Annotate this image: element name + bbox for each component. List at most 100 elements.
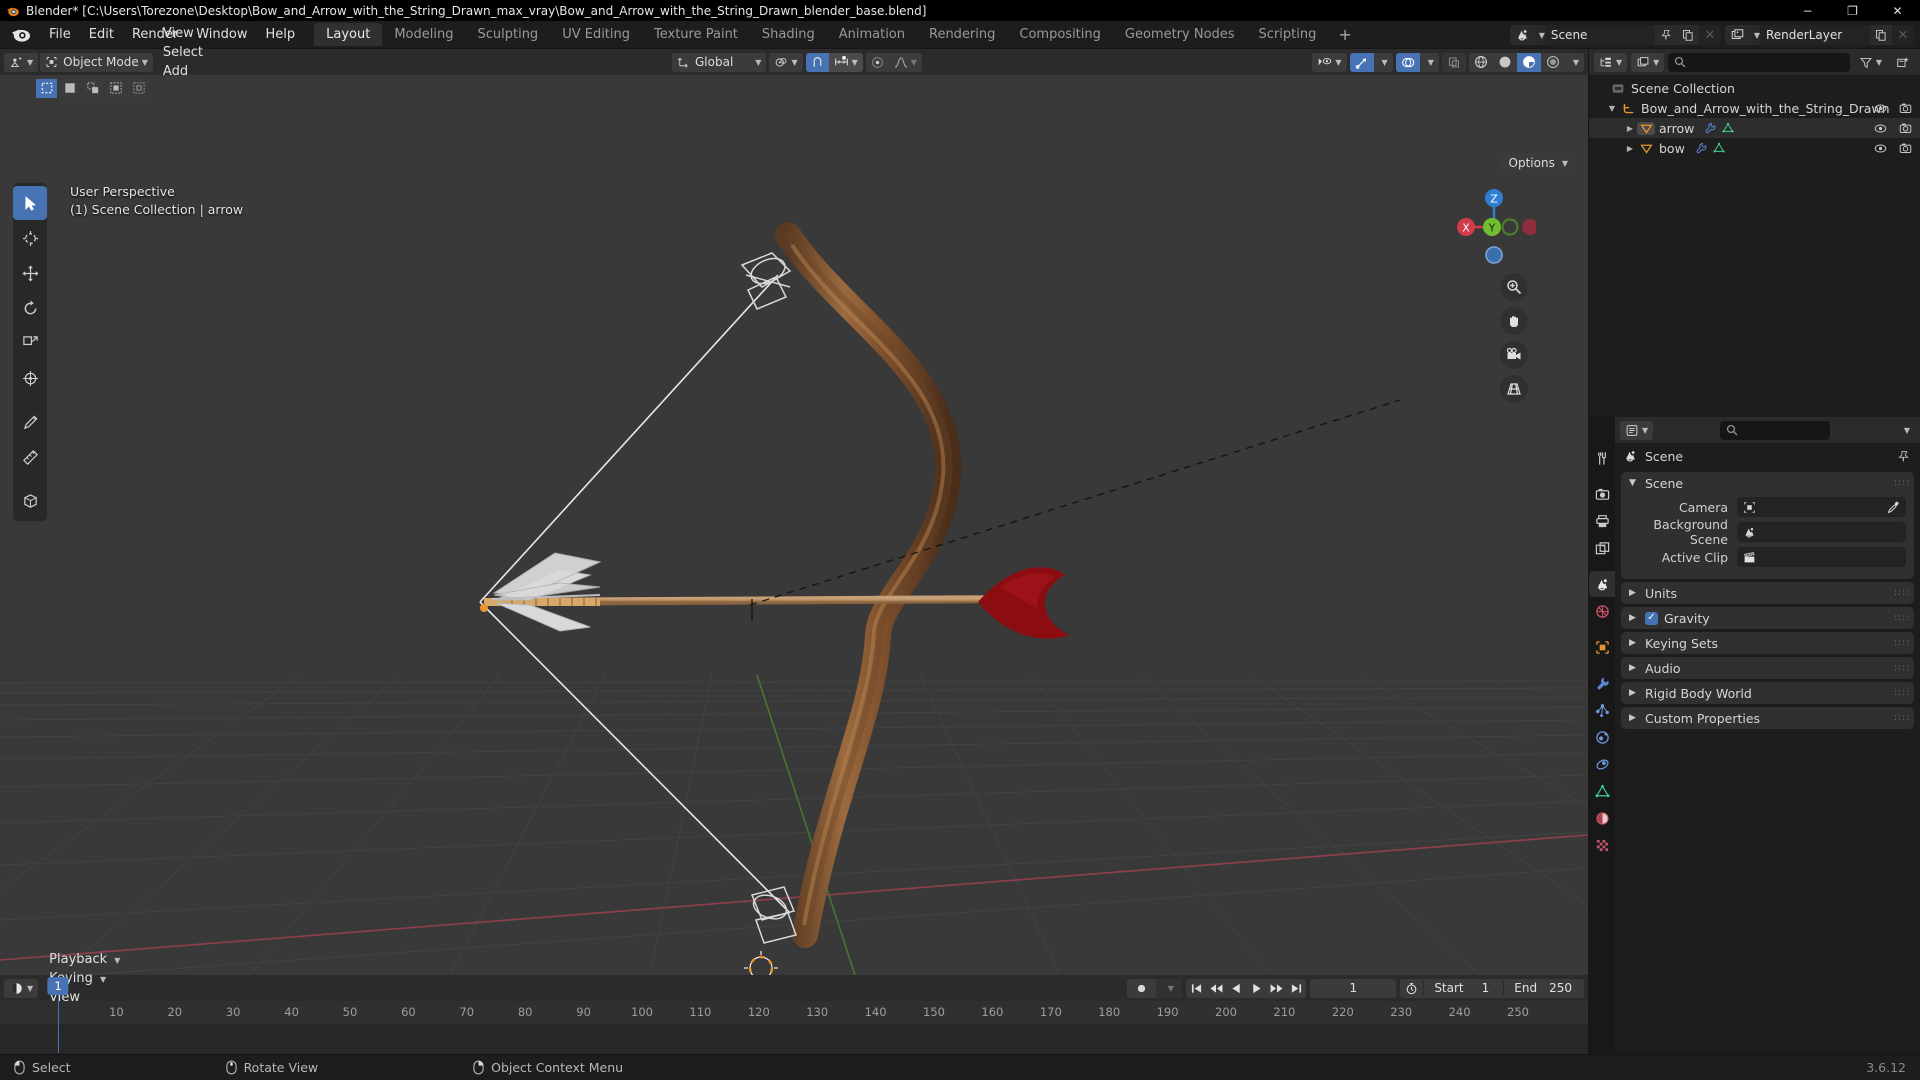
particles-tab-icon[interactable] <box>1589 697 1615 723</box>
world-tab-icon[interactable] <box>1589 598 1615 624</box>
property-field-camera[interactable] <box>1737 497 1906 517</box>
outliner-row-visibility[interactable] <box>1874 142 1912 154</box>
collection-child-icon[interactable] <box>1619 102 1637 115</box>
render-tab-icon[interactable] <box>1589 481 1615 507</box>
select-invert-mode-icon[interactable] <box>105 78 126 98</box>
jump-to-end-button[interactable] <box>1286 979 1306 998</box>
scene-name[interactable]: Scene <box>1544 25 1655 45</box>
scene-tab-icon[interactable] <box>1589 571 1615 597</box>
shading-wireframe-icon[interactable] <box>1469 53 1493 72</box>
timeline-playhead-label[interactable]: 1 <box>47 977 69 995</box>
panel-drag-grip[interactable]: :::: <box>1894 638 1909 647</box>
transform-tool-icon[interactable] <box>13 361 47 395</box>
viewport-toolbar[interactable] <box>13 183 47 521</box>
select-intersect-mode-icon[interactable] <box>128 78 149 98</box>
jump-to-start-button[interactable] <box>1186 979 1206 998</box>
material-tab-icon[interactable] <box>1589 805 1615 831</box>
modifier-icon[interactable] <box>1704 122 1716 134</box>
tweak-select-tool-icon[interactable] <box>13 186 47 220</box>
texture-tab-icon[interactable] <box>1589 832 1615 858</box>
panel-header-rigid-body-world[interactable]: ▶ Rigid Body World:::: <box>1621 682 1914 704</box>
viewport-menu-select[interactable]: Select <box>155 43 213 62</box>
object-type-visibility-dropdown[interactable]: ▼ <box>1312 52 1347 72</box>
editor-type-properties-icon[interactable]: ▼ <box>1620 420 1654 440</box>
timeline-menu-playback[interactable]: Playback ▼ <box>41 950 128 969</box>
panel-header-audio[interactable]: ▶ Audio:::: <box>1621 657 1914 679</box>
panel-header-units[interactable]: ▶ Units:::: <box>1621 582 1914 604</box>
hide-in-viewport-icon[interactable] <box>1874 103 1887 114</box>
outliner-expand-caret[interactable]: ▶ <box>1623 124 1637 133</box>
panel-drag-grip[interactable]: :::: <box>1894 613 1909 622</box>
modifier-tab-icon[interactable] <box>1589 670 1615 696</box>
new-collection-icon[interactable] <box>1891 53 1915 72</box>
panel-drag-grip[interactable]: :::: <box>1894 663 1909 672</box>
annotate-tool-icon[interactable] <box>13 405 47 439</box>
snap-toggle-icon[interactable] <box>805 52 829 72</box>
new-scene-icon[interactable] <box>1676 25 1699 45</box>
viewport-nav-buttons[interactable] <box>1500 273 1528 403</box>
outliner-row-visibility[interactable] <box>1874 102 1912 114</box>
outliner-row-bow[interactable]: ▶ bow <box>1589 138 1920 158</box>
snapping-group[interactable]: ▼ <box>805 52 863 72</box>
panel-drag-grip[interactable]: :::: <box>1894 478 1909 487</box>
pin-scene-icon[interactable] <box>1654 25 1677 45</box>
outliner-expand-caret[interactable]: ▼ <box>1605 104 1619 113</box>
outliner-row-visibility[interactable] <box>1874 122 1912 134</box>
chevron-right-icon[interactable]: ▶ <box>1629 613 1639 623</box>
output-tab-icon[interactable] <box>1589 508 1615 534</box>
keying-set-dropdown[interactable]: ▼ <box>1156 978 1183 998</box>
cursor-tool-icon[interactable] <box>13 221 47 255</box>
outliner-search-input[interactable] <box>1668 52 1850 72</box>
interaction-mode-dropdown[interactable]: Object Mode ▼ <box>40 52 153 72</box>
navigation-gizmo[interactable]: Z X Y <box>1452 185 1536 269</box>
disable-in-render-icon[interactable] <box>1899 122 1912 134</box>
editor-type-outliner-icon[interactable]: ▼ <box>1594 52 1628 72</box>
minimize-button[interactable]: − <box>1785 0 1830 21</box>
disable-in-render-icon[interactable] <box>1899 142 1912 154</box>
physics-tab-icon[interactable] <box>1589 724 1615 750</box>
constraint-tab-icon[interactable] <box>1589 751 1615 777</box>
zoom-icon[interactable] <box>1500 273 1528 301</box>
shading-material-preview-icon[interactable] <box>1516 52 1541 72</box>
tool-tab-icon[interactable] <box>1589 445 1615 471</box>
hide-in-viewport-icon[interactable] <box>1874 143 1887 154</box>
keying-set-selector[interactable]: ▼ <box>1127 978 1183 998</box>
show-gizmo-icon[interactable] <box>1349 52 1374 72</box>
panel-drag-grip[interactable]: :::: <box>1894 713 1909 722</box>
mesh-object-icon[interactable] <box>1637 121 1655 135</box>
viewport-canvas[interactable]: Options ▼ User Perspective (1) Scene Col… <box>0 75 1588 975</box>
workspace-tab-uv-editing[interactable]: UV Editing <box>550 23 642 46</box>
playback-controls[interactable] <box>1186 978 1307 998</box>
snap-mode-dropdown[interactable]: ▼ <box>828 52 863 72</box>
workspace-tab-geometry-nodes[interactable]: Geometry Nodes <box>1113 23 1247 46</box>
viewport-options-button[interactable]: Options ▼ <box>1500 153 1576 173</box>
frame-start-value[interactable]: 1 <box>1482 981 1504 995</box>
view-layer-selector[interactable]: ▼ RenderLayer ✕ <box>1724 25 1914 45</box>
collection-icon[interactable] <box>1609 82 1627 95</box>
workspace-tab-shading[interactable]: Shading <box>750 23 827 46</box>
gizmo-group[interactable]: ▼ <box>1349 52 1393 72</box>
overlays-group[interactable]: ▼ <box>1395 52 1439 72</box>
measure-tool-icon[interactable] <box>13 440 47 474</box>
property-field-active-clip[interactable] <box>1737 547 1906 567</box>
editor-type-3d-viewport-icon[interactable]: ▼ <box>4 52 39 72</box>
outliner-row-arrow[interactable]: ▶ arrow <box>1589 118 1920 138</box>
outliner-display-mode-dropdown[interactable]: ▼ <box>1631 52 1665 72</box>
chevron-right-icon[interactable]: ▶ <box>1629 638 1639 648</box>
object-tab-icon[interactable] <box>1589 634 1615 660</box>
workspace-tab-layout[interactable]: Layout <box>314 23 383 46</box>
panel-header-custom-properties[interactable]: ▶ Custom Properties:::: <box>1621 707 1914 729</box>
xray-toggle-icon[interactable] <box>1441 52 1466 72</box>
property-field-background-scene[interactable] <box>1737 522 1906 542</box>
outliner-row-subicons[interactable] <box>1695 142 1725 154</box>
panel-drag-grip[interactable]: :::: <box>1894 688 1909 697</box>
shading-rendered-icon[interactable] <box>1541 53 1565 72</box>
outliner-row-subicons[interactable] <box>1704 122 1734 134</box>
pivot-point-dropdown[interactable]: ▼ <box>769 52 803 72</box>
ortho-grid-icon[interactable] <box>1500 375 1528 403</box>
panel-checkbox[interactable]: ✓ <box>1645 611 1658 625</box>
add-cube-tool-icon[interactable] <box>13 484 47 518</box>
frame-end-value[interactable]: 250 <box>1549 981 1584 995</box>
maximize-button[interactable]: ❐ <box>1830 0 1875 21</box>
camera-icon[interactable] <box>1500 341 1528 369</box>
